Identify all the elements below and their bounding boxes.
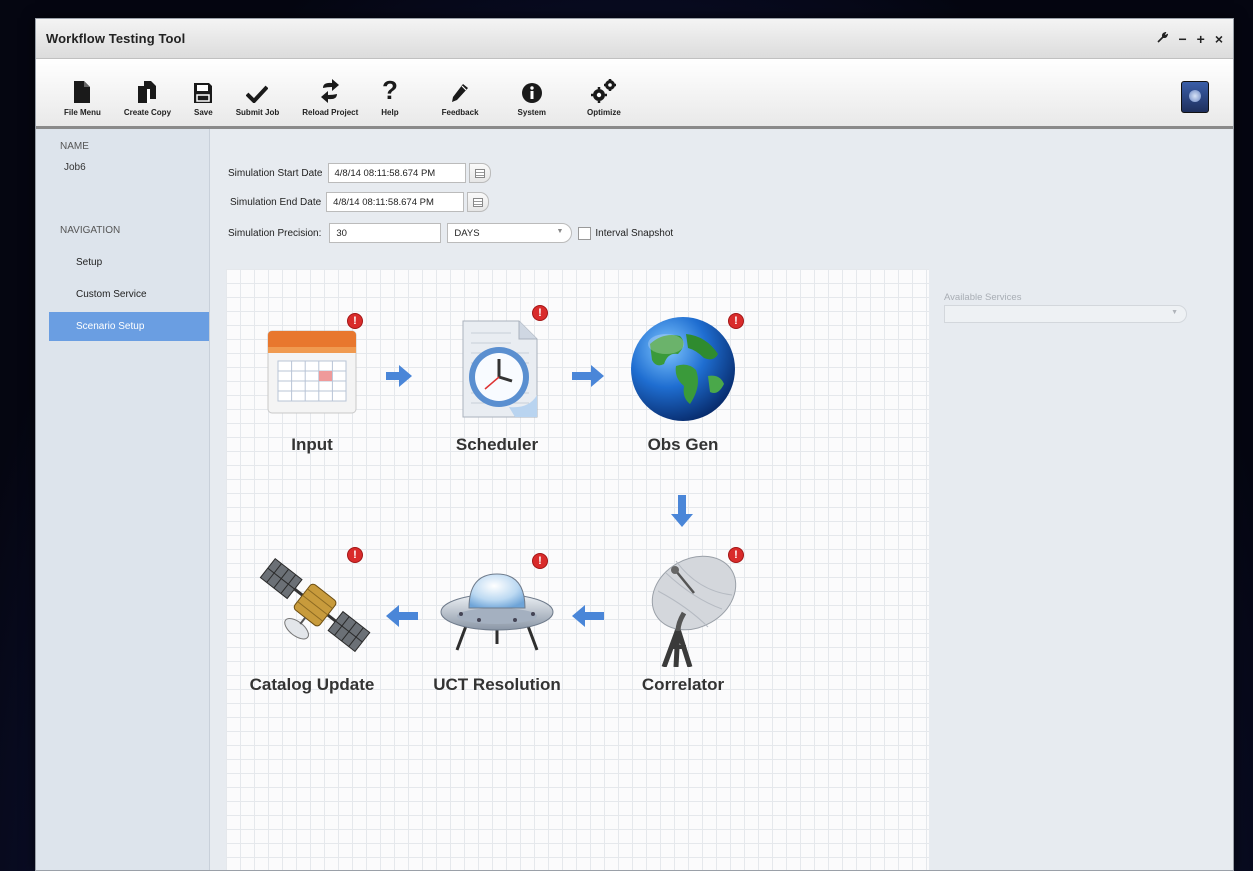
globe-icon <box>631 317 735 421</box>
toolbar-label: Submit Job <box>235 108 280 117</box>
error-badge[interactable]: ! <box>347 547 363 563</box>
ufo-icon <box>440 573 554 651</box>
hard-drive-icon[interactable] <box>1181 81 1209 113</box>
app-window: Workflow Testing Tool − + × File Menu Cr… <box>35 18 1234 871</box>
workflow-node-input[interactable]: ! Input <box>237 309 387 455</box>
sidebar-item-custom-service[interactable]: Custom Service <box>36 280 209 309</box>
submit-job-button[interactable]: Submit Job <box>235 73 280 117</box>
satellite-dish-icon <box>651 555 737 667</box>
precision-input[interactable]: 30 <box>329 223 442 243</box>
pencil-icon <box>452 84 469 102</box>
end-date-row: Simulation End Date 4/8/14 08:11:58.674 … <box>230 192 490 212</box>
clock-document-icon <box>462 320 538 418</box>
end-date-input[interactable]: 4/8/14 08:11:58.674 PM <box>326 192 465 212</box>
arrow-right-icon <box>572 365 604 387</box>
chevron-down-icon: ▼ <box>1171 309 1178 316</box>
interval-snapshot-label: Interval Snapshot <box>595 227 674 239</box>
error-badge[interactable]: ! <box>532 553 548 569</box>
window-title: Workflow Testing Tool <box>46 31 186 46</box>
toolbar-label: System <box>517 108 546 117</box>
node-label: Correlator <box>641 675 725 694</box>
error-badge[interactable]: ! <box>532 305 548 321</box>
gears-icon <box>590 79 616 103</box>
calendar-icon <box>474 168 485 178</box>
info-icon <box>521 83 542 103</box>
start-date-row: Simulation Start Date 4/8/14 08:11:58.67… <box>228 163 491 183</box>
window-controls: − + × <box>1156 31 1223 47</box>
start-date-calendar-button[interactable] <box>468 163 491 183</box>
available-services-label: Available Services <box>944 292 1022 303</box>
reload-project-button[interactable]: Reload Project <box>302 73 358 117</box>
calendar-icon <box>473 197 484 207</box>
optimize-button[interactable]: Optimize <box>587 73 621 117</box>
error-badge[interactable]: ! <box>347 313 363 329</box>
system-button[interactable]: System <box>518 73 546 117</box>
interval-snapshot-checkbox[interactable] <box>578 226 592 240</box>
end-date-calendar-button[interactable] <box>467 192 490 212</box>
title-bar: Workflow Testing Tool − + × <box>36 19 1233 59</box>
close-button[interactable]: × <box>1215 31 1223 47</box>
node-label: UCT Resolution <box>433 675 561 694</box>
precision-row: Simulation Precision: 30 DAYS ▼ Interval… <box>228 223 673 243</box>
node-label: Catalog Update <box>249 675 375 694</box>
job-name: Job6 <box>64 162 86 173</box>
file-menu-button[interactable]: File Menu <box>64 73 101 117</box>
toolbar-label: Create Copy <box>123 108 172 117</box>
copy-icon <box>138 81 157 103</box>
maximize-button[interactable]: + <box>1197 31 1205 47</box>
workflow-node-uct-resolution[interactable]: ! UCT Resolution <box>422 549 572 695</box>
toolbar-label: Save <box>194 108 213 117</box>
toolbar-label: Help <box>381 108 399 117</box>
arrow-left-icon <box>572 605 604 627</box>
error-badge[interactable]: ! <box>728 547 744 563</box>
error-badge[interactable]: ! <box>728 313 744 329</box>
end-date-label: Simulation End Date <box>230 196 322 208</box>
precision-label: Simulation Precision: <box>228 227 322 239</box>
workflow-canvas: ! Input ! Scheduler ! Obs Gen ! Correlat… <box>226 269 929 870</box>
reload-icon <box>321 79 340 103</box>
precision-unit-value: DAYS <box>454 228 480 239</box>
save-icon <box>194 83 213 103</box>
workflow-node-correlator[interactable]: ! Correlator <box>608 547 758 695</box>
file-icon <box>74 81 91 103</box>
toolbar-label: File Menu <box>64 108 101 117</box>
precision-unit-select[interactable]: DAYS ▼ <box>447 223 573 243</box>
workflow-node-obs-gen[interactable]: ! Obs Gen <box>608 309 758 455</box>
main-panel: Simulation Start Date 4/8/14 08:11:58.67… <box>210 129 1233 870</box>
navigation-heading: NAVIGATION <box>60 225 121 236</box>
arrow-left-icon <box>386 605 418 627</box>
node-label: Scheduler <box>455 435 539 454</box>
sidebar: NAME Job6 NAVIGATION Setup Custom Servic… <box>36 129 210 870</box>
name-heading: NAME <box>60 141 89 152</box>
sidebar-item-setup[interactable]: Setup <box>36 248 209 277</box>
toolbar-label: Feedback <box>441 108 479 117</box>
workflow-node-catalog-update[interactable]: ! Catalog Update <box>237 547 387 695</box>
node-label: Obs Gen <box>647 435 719 454</box>
sidebar-item-scenario-setup[interactable]: Scenario Setup <box>49 312 209 341</box>
start-date-input[interactable]: 4/8/14 08:11:58.674 PM <box>327 163 466 183</box>
toolbar-label: Reload Project <box>302 108 359 117</box>
available-services-select[interactable]: ▼ <box>944 305 1187 323</box>
start-date-label: Simulation Start Date <box>228 167 323 179</box>
help-button[interactable]: ? Help <box>381 73 398 117</box>
toolbar: File Menu Create Copy Save Submit Job Re… <box>36 59 1233 129</box>
checkmark-icon <box>246 85 269 103</box>
wrench-icon[interactable] <box>1156 31 1169 47</box>
chevron-down-icon: ▼ <box>556 228 564 235</box>
help-icon: ? <box>382 75 398 105</box>
node-label: Input <box>291 435 333 454</box>
save-button[interactable]: Save <box>194 73 213 117</box>
workflow-node-scheduler[interactable]: ! Scheduler <box>422 305 572 455</box>
calendar-icon <box>267 330 357 414</box>
arrow-down-icon <box>671 495 693 527</box>
satellite-icon <box>259 557 371 653</box>
arrow-right-icon <box>386 365 412 387</box>
toolbar-label: Optimize <box>587 108 621 117</box>
feedback-button[interactable]: Feedback <box>442 73 479 117</box>
minimize-button[interactable]: − <box>1178 31 1186 47</box>
create-copy-button[interactable]: Create Copy <box>124 73 171 117</box>
